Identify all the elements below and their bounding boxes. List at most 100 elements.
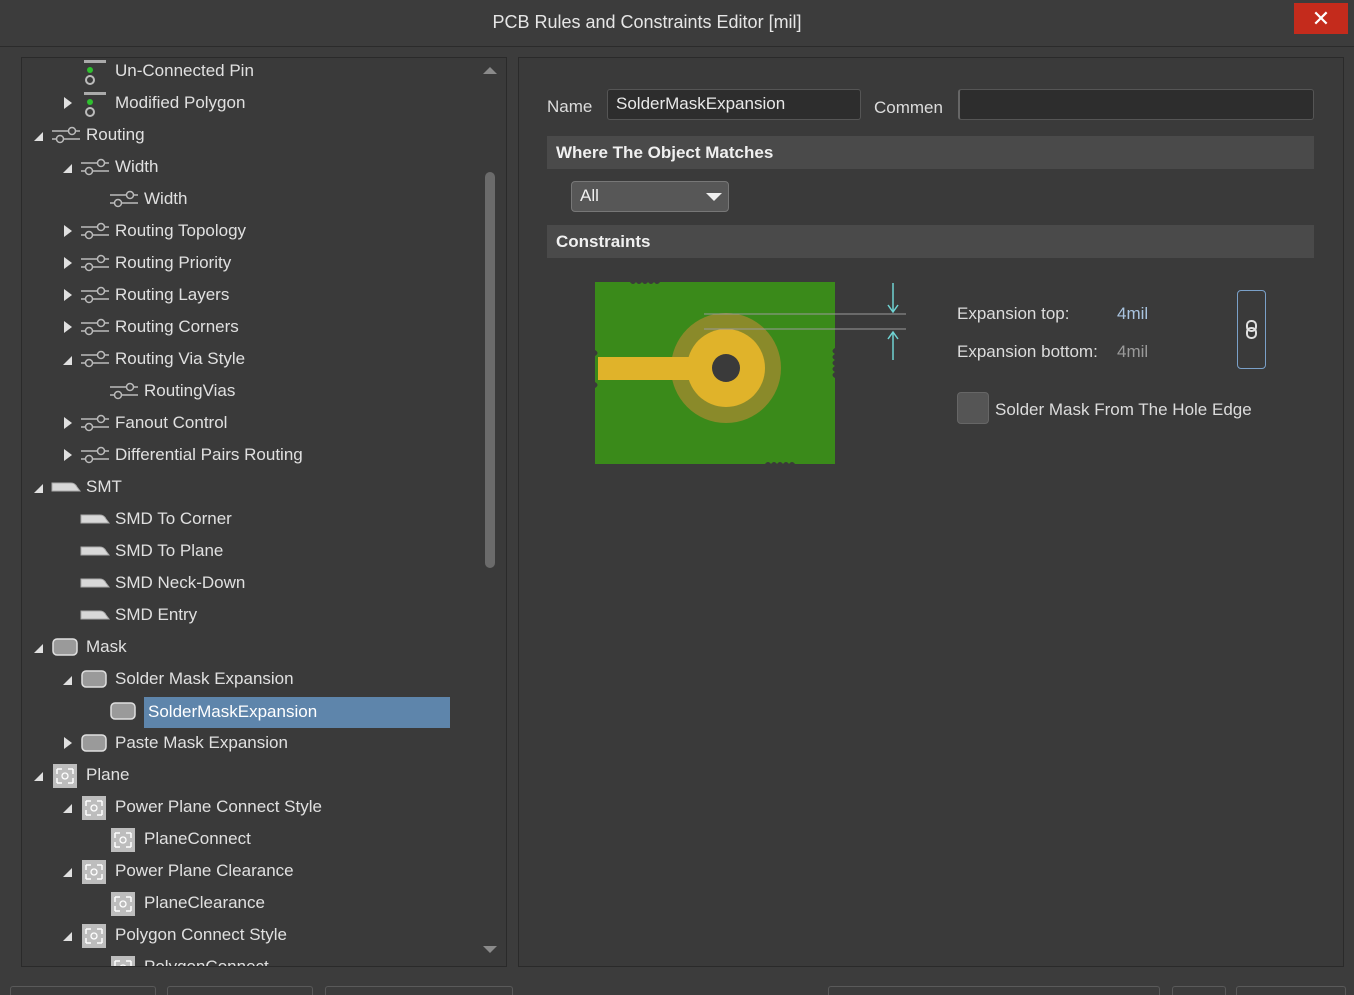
smt-icon <box>51 476 81 498</box>
close-button[interactable]: ✕ <box>1294 3 1348 34</box>
expansion-bottom-value[interactable]: 4mil <box>1117 342 1148 362</box>
tree-item[interactable]: SMD To Corner <box>22 504 482 536</box>
tree-item[interactable]: SMT <box>22 472 482 504</box>
expand-arrow-icon[interactable] <box>61 792 75 822</box>
tree-item[interactable]: Power Plane Connect Style <box>22 792 482 824</box>
solder-mask-diagram <box>595 282 906 464</box>
expand-arrow-icon[interactable] <box>61 856 75 886</box>
tree-item[interactable]: Solder Mask Expansion <box>22 664 482 696</box>
rule-tree-panel[interactable]: Un-Connected Pin Modified Polygon Routing W… <box>21 57 507 967</box>
routing-icon <box>80 316 110 338</box>
tree-item-label: Routing <box>86 125 145 144</box>
window-title: PCB Rules and Constraints Editor [mil] <box>492 12 802 32</box>
hole-edge-label: Solder Mask From The Hole Edge <box>995 400 1252 419</box>
object-match-value: All <box>580 186 599 205</box>
modified-polygon-icon <box>80 92 110 117</box>
expand-arrow-icon[interactable] <box>61 664 75 694</box>
link-values-button[interactable] <box>1237 290 1266 369</box>
tree-item[interactable]: Routing Topology <box>22 216 482 248</box>
plane-icon <box>109 956 139 966</box>
tree-item-label: Plane <box>86 765 130 784</box>
plane-icon <box>109 828 139 852</box>
tree-item[interactable]: PlaneClearance <box>22 888 482 920</box>
close-icon[interactable]: ✕ <box>1312 6 1330 31</box>
tree-scrollbar-thumb[interactable] <box>485 172 495 568</box>
collapse-arrow-icon[interactable] <box>61 88 75 118</box>
tree-item[interactable]: Paste Mask Expansion <box>22 728 482 760</box>
expand-arrow-icon[interactable] <box>61 152 75 182</box>
expand-arrow-icon[interactable] <box>61 920 75 950</box>
rule-name-input[interactable]: SolderMaskExpansion <box>607 89 861 120</box>
tree-item[interactable]: RoutingVias <box>22 376 482 408</box>
hole-edge-checkbox[interactable] <box>957 392 989 424</box>
bottom-button[interactable] <box>167 986 313 995</box>
routing-icon <box>51 124 81 146</box>
expansion-bottom-label: Expansion bottom: <box>957 342 1098 361</box>
tree-item-label: SMD Entry <box>115 605 198 624</box>
plane-icon <box>80 924 110 948</box>
tree-item-label: Mask <box>86 637 127 656</box>
collapse-arrow-icon[interactable] <box>61 216 75 246</box>
tree-item-label: PlaneConnect <box>144 829 251 848</box>
comment-input[interactable] <box>958 89 1314 120</box>
expand-arrow-icon[interactable] <box>61 344 75 374</box>
tree-item-label: PlaneClearance <box>144 893 265 912</box>
tree-item[interactable]: Mask <box>22 632 482 664</box>
tree-item[interactable]: Un-Connected Pin <box>22 58 482 88</box>
tree-item[interactable]: Routing <box>22 120 482 152</box>
tree-item[interactable]: Routing Layers <box>22 280 482 312</box>
tree-item[interactable]: SolderMaskExpansion <box>22 696 482 728</box>
plane-icon <box>51 764 81 788</box>
expansion-top-value[interactable]: 4mil <box>1117 304 1148 324</box>
tree-item[interactable]: Width <box>22 184 482 216</box>
expand-arrow-icon[interactable] <box>32 760 46 790</box>
tree-item[interactable]: SMD Neck-Down <box>22 568 482 600</box>
tree-item[interactable]: PolygonConnect <box>22 952 482 966</box>
expand-arrow-icon[interactable] <box>32 472 46 502</box>
routing-icon <box>80 156 110 178</box>
tree-item[interactable]: Routing Via Style <box>22 344 482 376</box>
tree-item[interactable]: Polygon Connect Style <box>22 920 482 952</box>
routing-icon <box>109 380 139 402</box>
routing-icon <box>80 284 110 306</box>
mask-icon <box>51 636 81 658</box>
tree-item[interactable]: Plane <box>22 760 482 792</box>
tree-item-label: Differential Pairs Routing <box>115 445 303 464</box>
tree-item[interactable]: Differential Pairs Routing <box>22 440 482 472</box>
tree-item-label: Routing Via Style <box>115 349 246 368</box>
collapse-arrow-icon[interactable] <box>61 248 75 278</box>
expand-arrow-icon[interactable] <box>32 632 46 662</box>
tree-item-label: SMD Neck-Down <box>115 573 246 592</box>
routing-icon <box>80 220 110 242</box>
plane-icon <box>80 796 110 820</box>
bottom-button[interactable] <box>828 986 1160 995</box>
smt-icon <box>80 540 110 562</box>
tree-item[interactable]: Modified Polygon <box>22 88 482 120</box>
tree-item[interactable]: Routing Corners <box>22 312 482 344</box>
scroll-down-icon[interactable] <box>483 946 497 953</box>
tree-item-label: SMD To Corner <box>115 509 232 528</box>
tree-item[interactable]: SMD Entry <box>22 600 482 632</box>
tree-item-label: Modified Polygon <box>115 93 246 112</box>
tree-item[interactable]: SMD To Plane <box>22 536 482 568</box>
collapse-arrow-icon[interactable] <box>61 280 75 310</box>
drill-hole <box>712 354 740 382</box>
bottom-button[interactable] <box>10 986 156 995</box>
tree-item[interactable]: Power Plane Clearance <box>22 856 482 888</box>
bottom-button[interactable] <box>1236 986 1346 995</box>
expand-arrow-icon[interactable] <box>32 120 46 150</box>
tree-item[interactable]: Fanout Control <box>22 408 482 440</box>
tree-item-label: Power Plane Connect Style <box>115 797 322 816</box>
collapse-arrow-icon[interactable] <box>61 408 75 438</box>
collapse-arrow-icon[interactable] <box>61 728 75 758</box>
collapse-arrow-icon[interactable] <box>61 440 75 470</box>
bottom-button[interactable] <box>325 986 513 995</box>
tree-item[interactable]: PlaneConnect <box>22 824 482 856</box>
bottom-button[interactable] <box>1172 986 1226 995</box>
object-match-dropdown[interactable]: All <box>571 181 729 212</box>
collapse-arrow-icon[interactable] <box>61 312 75 342</box>
tree-item[interactable]: Width <box>22 152 482 184</box>
plane-icon <box>80 860 110 884</box>
scroll-up-icon[interactable] <box>483 67 497 74</box>
tree-item[interactable]: Routing Priority <box>22 248 482 280</box>
